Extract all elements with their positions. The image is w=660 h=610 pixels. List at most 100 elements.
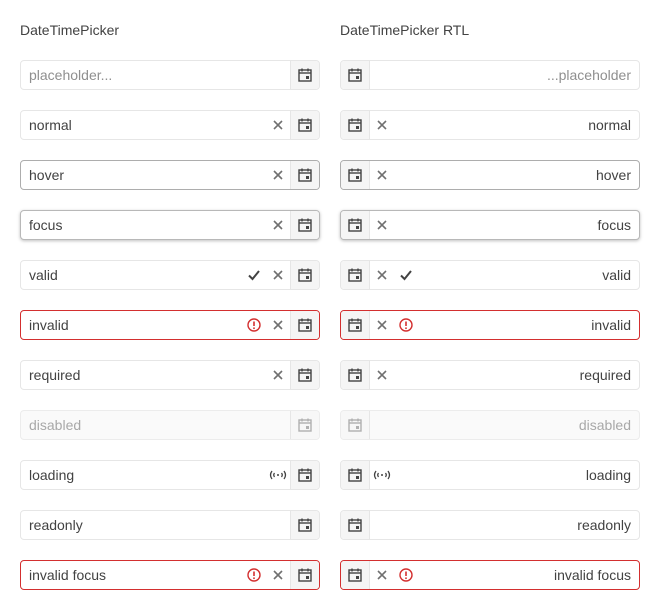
invalid-indicator <box>242 561 266 589</box>
calendar-icon <box>297 467 313 483</box>
clear-button[interactable] <box>370 361 394 389</box>
datetime-input[interactable]: invalid focus <box>418 561 639 589</box>
clear-button[interactable] <box>266 311 290 339</box>
clear-button[interactable] <box>370 261 394 289</box>
datetime-input[interactable]: loading <box>21 461 266 489</box>
calendar-button[interactable] <box>341 61 370 89</box>
datetime-input[interactable]: focus <box>21 211 266 239</box>
datetime-input[interactable]: hover <box>394 161 639 189</box>
datetimepicker-hover[interactable]: hover <box>20 160 320 190</box>
rtl-datetimepicker-normal[interactable]: normal <box>340 110 640 140</box>
calendar-icon <box>297 517 313 533</box>
datetime-input: disabled <box>578 417 631 433</box>
calendar-button[interactable] <box>341 461 370 489</box>
datetimepicker-loading[interactable]: loading <box>20 460 320 490</box>
loading-indicator <box>370 461 394 489</box>
datetime-input[interactable]: invalid <box>21 311 242 339</box>
datetimepicker-invalid[interactable]: invalid <box>20 310 320 340</box>
datetime-input[interactable]: normal <box>21 111 266 139</box>
rtl-datetimepicker-readonly[interactable]: readonly <box>340 510 640 540</box>
exclamation-circle-icon <box>247 568 261 582</box>
clear-button[interactable] <box>266 261 290 289</box>
calendar-button[interactable] <box>290 211 319 239</box>
rtl-datetimepicker-placeholder[interactable]: ...placeholder <box>340 60 640 90</box>
rtl-datetimepicker-focus[interactable]: focus <box>340 210 640 240</box>
x-icon <box>376 119 388 131</box>
datetime-input[interactable]: readonly <box>21 511 290 539</box>
calendar-button[interactable] <box>290 111 319 139</box>
calendar-icon <box>347 217 363 233</box>
x-icon <box>272 119 284 131</box>
clear-button[interactable] <box>370 561 394 589</box>
calendar-icon <box>297 117 313 133</box>
calendar-button[interactable] <box>290 161 319 189</box>
calendar-icon <box>347 467 363 483</box>
rtl-datetimepicker-hover[interactable]: hover <box>340 160 640 190</box>
calendar-icon <box>297 67 313 83</box>
datetimepicker-valid[interactable]: valid <box>20 260 320 290</box>
datetime-input[interactable]: hover <box>21 161 266 189</box>
rtl-datetimepicker-invalid[interactable]: invalid <box>340 310 640 340</box>
x-icon <box>376 569 388 581</box>
datetimepicker-required[interactable]: required <box>20 360 320 390</box>
datetime-input[interactable]: required <box>394 361 639 389</box>
clear-button[interactable] <box>266 211 290 239</box>
datetime-input[interactable]: ...placeholder <box>370 61 639 89</box>
calendar-icon <box>297 167 313 183</box>
datetime-input[interactable]: focus <box>394 211 639 239</box>
clear-button[interactable] <box>370 311 394 339</box>
datetimepicker-normal[interactable]: normal <box>20 110 320 140</box>
datetime-input[interactable]: invalid <box>418 311 639 339</box>
rtl-datetimepicker-valid[interactable]: valid <box>340 260 640 290</box>
calendar-button[interactable] <box>341 211 370 239</box>
calendar-button[interactable] <box>341 561 370 589</box>
datetime-input[interactable]: normal <box>394 111 639 139</box>
datetimepicker-focus[interactable]: focus <box>20 210 320 240</box>
rtl-datetimepicker-required[interactable]: required <box>340 360 640 390</box>
datetime-input: disabled <box>29 417 82 433</box>
calendar-icon <box>347 317 363 333</box>
x-icon <box>272 369 284 381</box>
datetime-input[interactable]: valid <box>418 261 639 289</box>
calendar-icon <box>347 67 363 83</box>
datetime-input[interactable]: invalid focus <box>21 561 242 589</box>
datetimepicker-placeholder[interactable]: placeholder... <box>20 60 320 90</box>
datetime-input[interactable]: valid <box>21 261 242 289</box>
datetime-input[interactable]: required <box>21 361 266 389</box>
calendar-button[interactable] <box>290 311 319 339</box>
calendar-button[interactable] <box>290 561 319 589</box>
calendar-button[interactable] <box>290 511 319 539</box>
calendar-button[interactable] <box>290 261 319 289</box>
calendar-icon <box>347 567 363 583</box>
calendar-button[interactable] <box>341 161 370 189</box>
calendar-button[interactable] <box>290 61 319 89</box>
clear-button[interactable] <box>266 561 290 589</box>
ltr-column-title: DateTimePicker <box>20 22 120 38</box>
calendar-icon <box>297 567 313 583</box>
valid-indicator <box>394 261 418 289</box>
clear-button[interactable] <box>266 111 290 139</box>
loading-icon <box>269 469 287 481</box>
clear-button[interactable] <box>266 161 290 189</box>
calendar-button[interactable] <box>341 511 370 539</box>
calendar-button[interactable] <box>341 361 370 389</box>
x-icon <box>376 219 388 231</box>
x-icon <box>376 369 388 381</box>
datetime-input[interactable]: placeholder... <box>21 61 290 89</box>
calendar-button[interactable] <box>341 261 370 289</box>
clear-button[interactable] <box>266 361 290 389</box>
calendar-button[interactable] <box>290 461 319 489</box>
calendar-button[interactable] <box>341 111 370 139</box>
rtl-datetimepicker-loading[interactable]: loading <box>340 460 640 490</box>
clear-button[interactable] <box>370 211 394 239</box>
rtl-datetimepicker-invalid-focus[interactable]: invalid focus <box>340 560 640 590</box>
calendar-button[interactable] <box>290 361 319 389</box>
clear-button[interactable] <box>370 111 394 139</box>
calendar-button[interactable] <box>341 311 370 339</box>
datetimepicker-readonly[interactable]: readonly <box>20 510 320 540</box>
clear-button[interactable] <box>370 161 394 189</box>
datetime-input[interactable]: loading <box>394 461 639 489</box>
datetimepicker-invalid-focus[interactable]: invalid focus <box>20 560 320 590</box>
datetime-input[interactable]: readonly <box>370 511 639 539</box>
calendar-icon <box>297 267 313 283</box>
